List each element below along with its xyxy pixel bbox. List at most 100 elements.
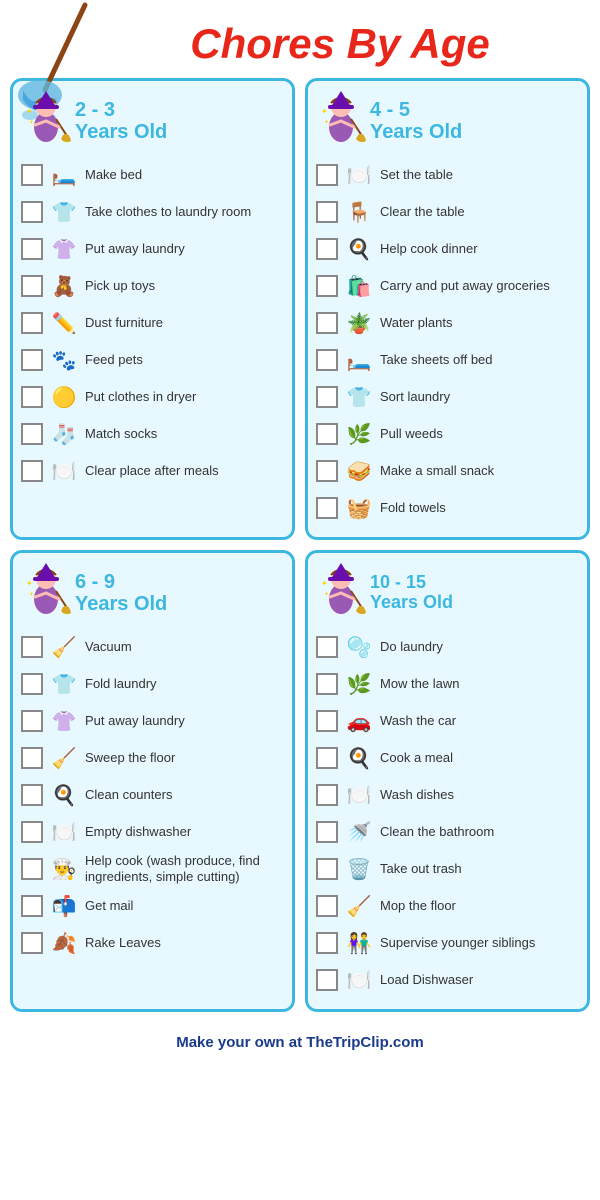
chore-icon: 🍳 [344,234,374,264]
chore-item: 👨‍🍳Help cook (wash produce, find ingredi… [21,853,284,885]
svg-text:✦: ✦ [29,119,34,126]
chore-checkbox[interactable] [21,858,43,880]
svg-text:✦: ✦ [26,579,33,588]
chore-item: 🚗Wash the car [316,705,579,737]
chore-checkbox[interactable] [21,164,43,186]
chore-checkbox[interactable] [316,784,338,806]
chore-icon: 🌿 [344,419,374,449]
chore-icon: 🧸 [49,271,79,301]
chore-checkbox[interactable] [316,710,338,732]
svg-text:✦: ✦ [324,591,329,598]
chore-icon: 🧹 [344,891,374,921]
chore-checkbox[interactable] [316,386,338,408]
chore-checkbox[interactable] [21,932,43,954]
chore-checkbox[interactable] [21,238,43,260]
chore-checkbox[interactable] [316,969,338,991]
svg-text:✦: ✦ [321,579,328,588]
chore-icon: 🪴 [344,308,374,338]
chore-checkbox[interactable] [21,821,43,843]
chore-checkbox[interactable] [316,238,338,260]
chore-icon: 🪑 [344,197,374,227]
chore-checkbox[interactable] [21,386,43,408]
chore-text: Mop the floor [380,898,456,914]
chore-text: Match socks [85,426,157,442]
chore-checkbox[interactable] [21,201,43,223]
section-age-6-9: ✦ ✦ 6 - 9Years Old🧹Vacuum👕Fold laundry👚P… [10,550,295,1012]
chore-text: Help cook dinner [380,241,478,257]
chore-icon: 🫧 [344,632,374,662]
witch-icon: ✦ ✦ [21,561,71,625]
chore-item: 🧦 Match socks [21,418,284,450]
chore-checkbox[interactable] [21,784,43,806]
chore-list: 🍽️Set the table🪑Clear the table🍳Help coo… [316,159,579,524]
chore-checkbox[interactable] [316,460,338,482]
chore-icon: 👚 [49,706,79,736]
chore-icon: 🍳 [49,780,79,810]
chore-icon: 🍽️ [344,780,374,810]
chore-item: 🧹Sweep the floor [21,742,284,774]
chore-checkbox[interactable] [316,821,338,843]
chore-icon: 🛏️ [344,345,374,375]
chore-checkbox[interactable] [21,710,43,732]
chore-icon: 🛏️ [49,160,79,190]
chore-checkbox[interactable] [316,858,338,880]
chore-item: 🛍️Carry and put away groceries [316,270,579,302]
chore-text: Clear place after meals [85,463,219,479]
chore-checkbox[interactable] [316,636,338,658]
age-title: 10 - 15Years Old [370,573,453,613]
chore-item: 🧹 Mop the floor [316,890,579,922]
chore-checkbox[interactable] [316,164,338,186]
chore-text: Do laundry [380,639,443,655]
chore-checkbox[interactable] [21,349,43,371]
chore-checkbox[interactable] [21,275,43,297]
chore-checkbox[interactable] [21,636,43,658]
svg-text:✦: ✦ [321,107,328,116]
chore-text: Get mail [85,898,133,914]
chore-item: 👕Take clothes to laundry room [21,196,284,228]
age-header: ✦ ✦ 4 - 5Years Old [316,89,579,153]
chore-item: 🧹Vacuum [21,631,284,663]
chore-checkbox[interactable] [21,895,43,917]
chore-text: Carry and put away groceries [380,278,550,294]
chore-checkbox[interactable] [316,497,338,519]
chore-text: Wash dishes [380,787,454,803]
chore-checkbox[interactable] [316,275,338,297]
chore-checkbox[interactable] [21,423,43,445]
chore-checkbox[interactable] [316,349,338,371]
chore-icon: 🧹 [49,632,79,662]
chore-checkbox[interactable] [316,423,338,445]
svg-text:✦: ✦ [29,591,34,598]
chore-checkbox[interactable] [21,673,43,695]
chore-checkbox[interactable] [316,932,338,954]
chore-item: 🐾 Feed pets [21,344,284,376]
chore-checkbox[interactable] [21,747,43,769]
chore-icon: 🍂 [49,928,79,958]
chore-text: Empty dishwasher [85,824,191,840]
chore-icon: 🍳 [344,743,374,773]
chore-list: 🫧Do laundry🌿Mow the lawn🚗Wash the car🍳Co… [316,631,579,996]
section-age-2-3: ✦ ✦ 2 - 3Years Old🛏️Make bed👕Take clothe… [10,78,295,540]
chore-item: 🍽️Load Dishwaser [316,964,579,996]
chore-item: 🍽️Set the table [316,159,579,191]
chore-checkbox[interactable] [316,895,338,917]
chore-item: 🍳Cook a meal [316,742,579,774]
chore-text: Put clothes in dryer [85,389,196,405]
chore-icon: 🚗 [344,706,374,736]
chore-checkbox[interactable] [316,673,338,695]
chore-checkbox[interactable] [316,201,338,223]
chore-checkbox[interactable] [21,460,43,482]
chore-icon: 🍽️ [344,965,374,995]
chore-item: ✏️Dust furniture [21,307,284,339]
witch-icon: ✦ ✦ [316,561,366,625]
age-header: ✦ ✦ 10 - 15Years Old [316,561,579,625]
chore-checkbox[interactable] [316,312,338,334]
svg-text:✦: ✦ [324,119,329,126]
chore-checkbox[interactable] [316,747,338,769]
witch-icon: ✦ ✦ [21,89,71,153]
chore-text: Feed pets [85,352,143,368]
age-title: 6 - 9Years Old [75,571,167,615]
chore-icon: 🧦 [49,419,79,449]
chore-checkbox[interactable] [21,312,43,334]
age-header: ✦ ✦ 6 - 9Years Old [21,561,284,625]
chore-icon: 🐾 [49,345,79,375]
